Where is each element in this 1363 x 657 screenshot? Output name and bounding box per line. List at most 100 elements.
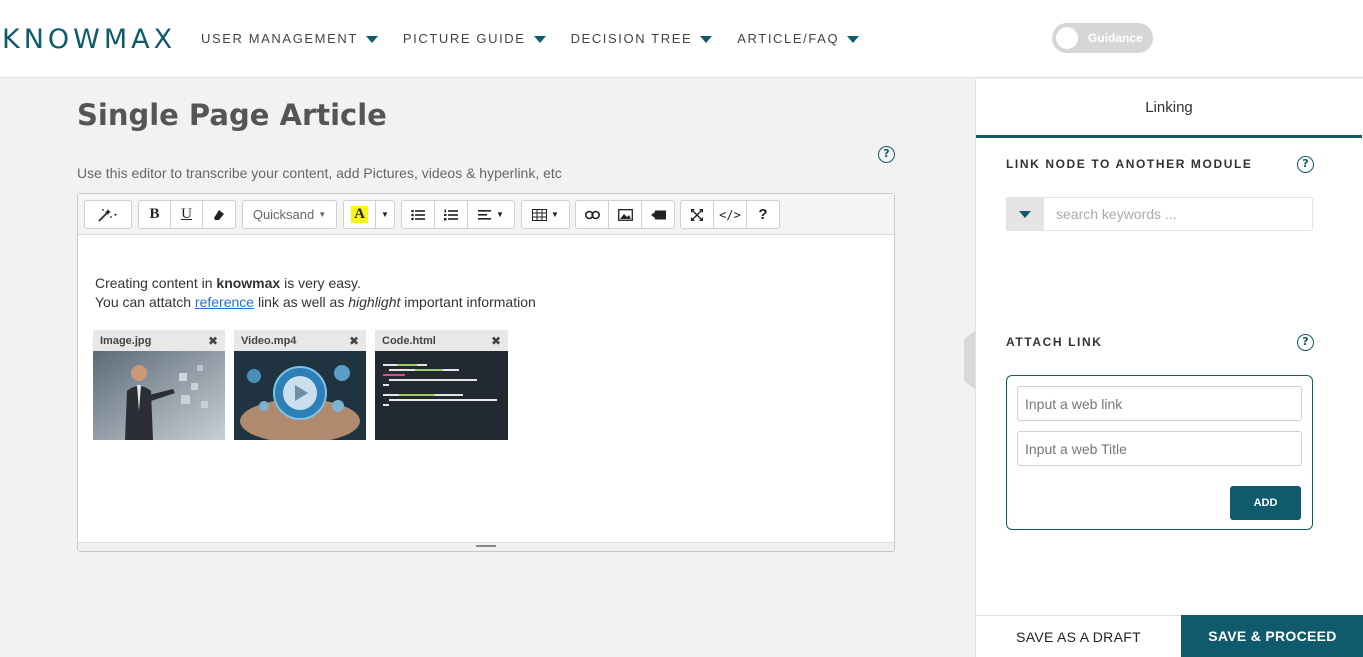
- ordered-list-button[interactable]: [435, 201, 468, 228]
- fullscreen-button[interactable]: [681, 201, 714, 228]
- chevron-down-icon: [533, 35, 546, 43]
- top-navigation-bar: KNOWMAX USER MANAGEMENT PICTURE GUIDE DE…: [0, 0, 1363, 78]
- bold-button[interactable]: B: [139, 201, 171, 228]
- main-nav: USER MANAGEMENT PICTURE GUIDE DECISION T…: [201, 31, 884, 46]
- page-title: Single Page Article: [77, 98, 387, 132]
- numbered-list-icon: [444, 209, 458, 220]
- content-line-1: Creating content in knowmax is very easy…: [95, 274, 536, 293]
- underline-button[interactable]: U: [171, 201, 203, 228]
- video-thumbnail: [234, 351, 366, 440]
- editor-help-button[interactable]: ?: [747, 201, 779, 228]
- content-text: is very easy.: [280, 275, 361, 291]
- insert-picture-button[interactable]: [609, 201, 642, 228]
- toolbar-group-font-style: B U: [138, 200, 236, 229]
- chevron-down-icon: [847, 35, 860, 43]
- insert-link-button[interactable]: [576, 201, 609, 228]
- code-view-button[interactable]: </>: [714, 201, 747, 228]
- nav-article-faq-label: ARTICLE/FAQ: [737, 31, 840, 46]
- close-icon[interactable]: ✖: [208, 334, 218, 348]
- toggle-knob: [1056, 27, 1078, 49]
- businessman-image: [93, 351, 225, 440]
- resize-grip-icon: [476, 545, 496, 547]
- attachment-header: Video.mp4 ✖: [234, 330, 366, 351]
- editor-content[interactable]: Creating content in knowmax is very easy…: [95, 274, 536, 312]
- attachment-video[interactable]: Video.mp4 ✖: [234, 330, 366, 440]
- code-preview-image: [375, 351, 507, 440]
- toolbar-group-paragraph: ▼: [401, 200, 515, 229]
- guidance-toggle[interactable]: Guidance: [1052, 23, 1153, 53]
- link-node-label: LINK NODE TO ANOTHER MODULE: [1006, 157, 1253, 171]
- attachment-image[interactable]: Image.jpg ✖: [93, 330, 225, 440]
- editor-resize-handle[interactable]: [78, 542, 894, 551]
- table-icon: [532, 208, 548, 221]
- magic-wand-button[interactable]: [85, 201, 131, 228]
- tab-linking[interactable]: Linking: [976, 79, 1362, 138]
- align-dropdown-button[interactable]: ▼: [468, 201, 514, 228]
- chevron-down-icon: [700, 35, 713, 43]
- align-left-icon: [478, 209, 492, 220]
- nav-picture-guide[interactable]: PICTURE GUIDE: [403, 31, 546, 46]
- web-title-field[interactable]: [1017, 431, 1302, 466]
- link-icon: [584, 210, 600, 219]
- chevron-down-icon: [365, 35, 378, 43]
- close-icon[interactable]: ✖: [491, 334, 501, 348]
- code-thumbnail: [375, 351, 507, 440]
- highlight-letter: A: [351, 206, 368, 223]
- rich-text-editor: B U Quicksand ▼ A ▼ ▼ ▼ </> ? Creating c…: [77, 193, 895, 552]
- attach-link-card: ADD: [1006, 375, 1313, 530]
- save-proceed-button[interactable]: SAVE & PROCEED: [1181, 615, 1363, 657]
- caret-down-icon: ▼: [496, 210, 504, 219]
- video-icon: [650, 210, 666, 219]
- nav-picture-guide-label: PICTURE GUIDE: [402, 31, 526, 46]
- unordered-list-button[interactable]: [402, 201, 435, 228]
- reference-link[interactable]: reference: [195, 294, 254, 310]
- attachment-filename: Image.jpg: [100, 334, 152, 347]
- image-thumbnail: [93, 351, 225, 440]
- caret-down-icon: ▼: [318, 210, 327, 219]
- guidance-label: Guidance: [1088, 31, 1143, 45]
- content-bold-text: knowmax: [216, 275, 281, 291]
- help-icon[interactable]: ?: [878, 146, 895, 163]
- nav-user-management-label: USER MANAGEMENT: [201, 31, 358, 46]
- caret-down-icon: ▼: [381, 210, 389, 219]
- nav-user-management[interactable]: USER MANAGEMENT: [201, 31, 378, 46]
- module-search: [1006, 197, 1313, 231]
- toolbar-group-table: ▼: [521, 200, 570, 229]
- page-subtitle: Use this editor to transcribe your conte…: [77, 165, 562, 181]
- toolbar-group-insert: [575, 200, 675, 229]
- toolbar-group-style: [84, 200, 132, 229]
- color-dropdown-button[interactable]: ▼: [376, 201, 394, 228]
- content-text: link as well as: [254, 294, 349, 310]
- nav-decision-tree-label: DECISION TREE: [570, 31, 693, 46]
- font-family-dropdown[interactable]: Quicksand ▼: [243, 201, 336, 228]
- editor-toolbar: B U Quicksand ▼ A ▼ ▼ ▼ </> ?: [78, 194, 894, 235]
- module-dropdown-button[interactable]: [1007, 198, 1044, 230]
- knowmax-logo[interactable]: KNOWMAX: [2, 24, 176, 55]
- content-line-2: You can attatch reference link as well a…: [95, 293, 536, 312]
- web-link-field[interactable]: [1017, 386, 1302, 421]
- close-icon[interactable]: ✖: [349, 334, 359, 348]
- chevron-down-icon: [1019, 211, 1031, 218]
- content-italic-text: highlight: [348, 294, 401, 310]
- save-draft-button[interactable]: SAVE AS A DRAFT: [976, 615, 1181, 657]
- content-text: Creating content in: [95, 275, 217, 291]
- linking-panel: Linking LINK NODE TO ANOTHER MODULE ? AT…: [975, 79, 1363, 657]
- table-dropdown-button[interactable]: ▼: [522, 201, 569, 228]
- font-family-value: Quicksand: [252, 207, 315, 222]
- attachment-filename: Code.html: [382, 334, 436, 347]
- highlight-color-button[interactable]: A: [344, 201, 376, 228]
- help-icon[interactable]: ?: [1297, 156, 1314, 173]
- nav-decision-tree[interactable]: DECISION TREE: [571, 31, 713, 46]
- picture-icon: [617, 208, 633, 221]
- attachment-code[interactable]: Code.html ✖: [375, 330, 508, 440]
- insert-video-button[interactable]: [642, 201, 674, 228]
- add-link-button[interactable]: ADD: [1230, 486, 1301, 520]
- content-text: You can attatch: [95, 294, 195, 310]
- help-icon[interactable]: ?: [1297, 334, 1314, 351]
- search-input[interactable]: [1045, 198, 1311, 230]
- toolbar-group-font: Quicksand ▼: [242, 200, 337, 229]
- video-preview-image: [234, 351, 366, 440]
- eraser-button[interactable]: [203, 201, 235, 228]
- nav-article-faq[interactable]: ARTICLE/FAQ: [737, 31, 860, 46]
- attach-link-label: ATTACH LINK: [1006, 335, 1103, 349]
